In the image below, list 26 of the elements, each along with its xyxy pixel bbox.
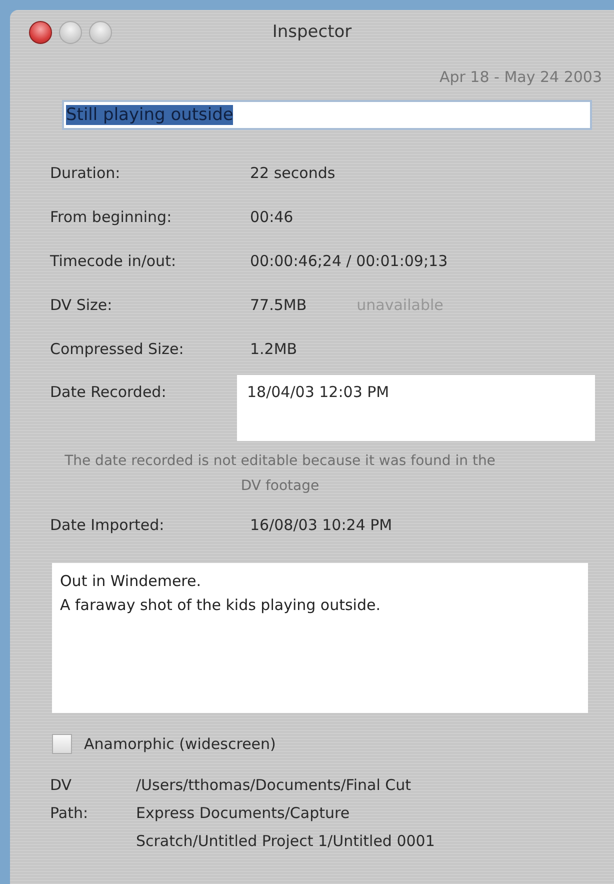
field-value: 22 seconds — [250, 164, 336, 182]
field-value: 00:00:46;24 / 00:01:09;13 — [250, 252, 448, 270]
checkbox[interactable] — [52, 734, 72, 754]
date-field[interactable]: 18/04/03 12:03 PM — [237, 375, 595, 441]
note-text: The date recorded is not editable because it was found in the DV footage — [64, 453, 496, 494]
close-button[interactable] — [29, 20, 52, 44]
window-title: Inspector — [272, 22, 352, 42]
comments-field[interactable]: Out in Windemere. A faraway shot of the kids playing outside. — [52, 563, 588, 713]
field-label: DV Size: — [50, 296, 114, 314]
field-value: 77.5MB — [250, 296, 307, 314]
status-text: unavailable — [356, 296, 444, 314]
field-value: 1.2MB — [250, 340, 298, 358]
minimize-button[interactable] — [59, 20, 82, 44]
field-label: Duration: — [50, 164, 122, 182]
field-label: Compressed Size: — [50, 340, 185, 358]
field-value: 00:46 — [250, 208, 294, 226]
field-label: Timecode in/out: — [50, 252, 177, 270]
field-label: Date Imported: — [50, 516, 166, 534]
field-value: 16/08/03 10:24 PM — [250, 516, 392, 534]
zoom-button[interactable] — [89, 20, 112, 44]
date-range: Apr 18 - May 24 2003 — [439, 68, 602, 86]
checkbox-label: Anamorphic (widescreen) — [84, 735, 276, 753]
path-text: /Users/tthomas/Documents/Final Cut Express Documents/Capture Scratch/Untitled Project 1/Untitled 0001 — [136, 775, 436, 852]
field-label: DV Path: — [50, 775, 90, 824]
field-label: From beginning: — [50, 208, 173, 226]
field-label: Date Recorded: — [50, 383, 168, 401]
